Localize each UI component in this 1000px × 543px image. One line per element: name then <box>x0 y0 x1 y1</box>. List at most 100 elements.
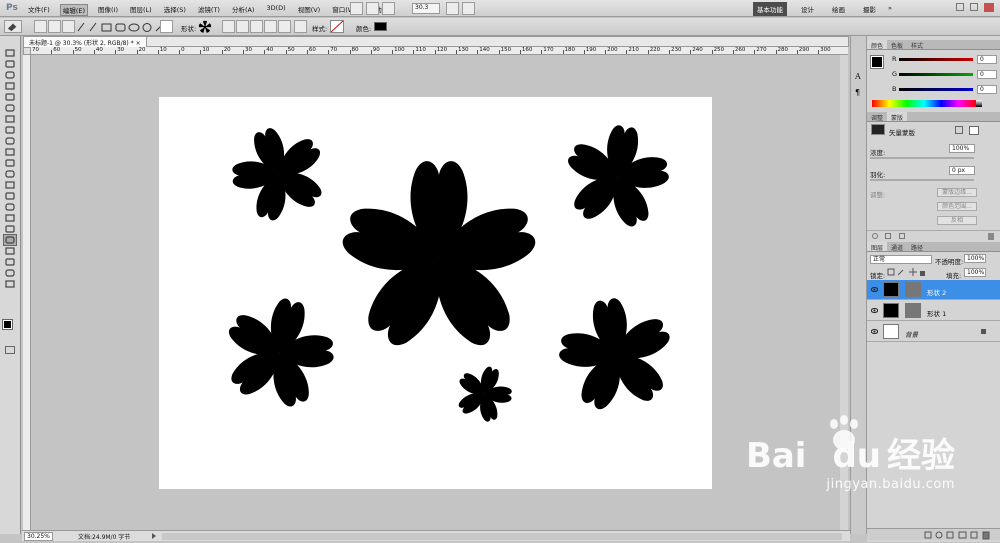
custom-shape-tool-button[interactable] <box>160 20 173 33</box>
menu-item-0[interactable]: 文件(F) <box>26 4 52 16</box>
panel-tab-0[interactable]: 图层 <box>867 242 888 252</box>
channel-slider-R[interactable] <box>899 58 973 61</box>
channel-field-R[interactable]: 0 <box>977 55 997 64</box>
panel-tab-0[interactable]: 调整 <box>867 112 887 122</box>
workspace-3[interactable]: 摄影 <box>859 2 880 16</box>
workspace-2[interactable]: 绘画 <box>828 2 849 16</box>
brush-tool-icon[interactable] <box>4 125 16 135</box>
shape-tools-icons[interactable] <box>76 21 172 33</box>
document-canvas[interactable] <box>159 97 712 489</box>
delete-mask-icon[interactable] <box>988 233 994 240</box>
workspace-more[interactable]: » <box>888 4 892 12</box>
shape-layers-mode-button[interactable] <box>34 20 47 33</box>
density-slider[interactable] <box>870 157 974 159</box>
exclude-shape-button[interactable] <box>278 20 291 33</box>
workspace-0[interactable]: 基本功能 <box>753 2 787 16</box>
panel-tab-2[interactable]: 路径 <box>907 242 927 252</box>
toolbox-foreground-color[interactable] <box>2 319 13 330</box>
tool-preset-picker[interactable] <box>4 20 22 33</box>
panel-tab-0[interactable]: 颜色 <box>867 40 888 50</box>
menu-item-6[interactable]: 分析(A) <box>230 4 257 16</box>
menu-item-8[interactable]: 视图(V) <box>296 4 323 16</box>
panel-tab-2[interactable]: 样式 <box>907 40 927 50</box>
zoom-level-select[interactable]: 30.3 <box>412 3 440 14</box>
layer-row[interactable]: 背景 <box>867 322 1000 342</box>
panel-tab-1[interactable]: 蒙版 <box>887 112 908 122</box>
workspace-1[interactable]: 设计 <box>797 2 818 16</box>
channel-slider-G[interactable] <box>899 73 973 76</box>
menu-item-7[interactable]: 3D(D) <box>264 4 287 16</box>
eye-icon[interactable] <box>870 286 879 293</box>
quick-mask-icon[interactable] <box>5 346 15 354</box>
feather-field[interactable]: 0 px <box>949 166 975 175</box>
status-menu-arrow[interactable] <box>152 533 158 539</box>
history-brush-tool-icon[interactable] <box>4 147 16 157</box>
add-to-shape-button[interactable] <box>236 20 249 33</box>
menu-item-4[interactable]: 选择(S) <box>162 4 188 16</box>
path-select-tool-icon[interactable] <box>4 224 16 234</box>
move-tool-icon[interactable] <box>4 48 16 58</box>
character-panel-icon[interactable]: A <box>855 72 864 81</box>
subtract-shape-button[interactable] <box>250 20 263 33</box>
channel-slider-B[interactable] <box>899 88 973 91</box>
mask-visibility-icon[interactable] <box>899 233 905 239</box>
menu-item-3[interactable]: 图层(L) <box>128 4 154 16</box>
opacity-field[interactable]: 100% <box>964 254 986 263</box>
crop-tool-icon[interactable] <box>4 92 16 102</box>
intersect-shape-button[interactable] <box>264 20 277 33</box>
channel-field-G[interactable]: 0 <box>977 70 997 79</box>
lasso-tool-icon[interactable] <box>4 70 16 80</box>
blur-tool-icon[interactable] <box>4 180 16 190</box>
eye-icon[interactable] <box>870 307 879 314</box>
3d-camera-tool-icon[interactable] <box>4 257 16 267</box>
panel-tab-1[interactable]: 通道 <box>887 242 907 252</box>
pixel-mask-add-icon[interactable] <box>955 126 963 134</box>
custom-shape-tool-icon[interactable] <box>3 234 17 246</box>
shape-picker[interactable] <box>198 20 214 34</box>
maximize-button[interactable] <box>970 3 978 11</box>
type-tool-icon[interactable] <box>4 213 16 223</box>
new-shape-layer-button[interactable] <box>222 20 235 33</box>
feather-slider[interactable] <box>870 179 974 181</box>
quick-select-tool-icon[interactable] <box>4 81 16 91</box>
panel-tab-1[interactable]: 色板 <box>887 40 907 50</box>
eraser-tool-icon[interactable] <box>4 158 16 168</box>
status-zoom[interactable]: 30.25% <box>24 532 53 541</box>
layer-row[interactable]: 形状 1 <box>867 301 1000 321</box>
screen-mode-button[interactable] <box>462 2 475 15</box>
color-range-button[interactable]: 颜色范围... <box>937 202 977 211</box>
paths-mode-button[interactable] <box>48 20 61 33</box>
view-extras-button[interactable] <box>382 2 395 15</box>
density-field[interactable]: 100% <box>949 144 975 153</box>
fill-pixels-mode-button[interactable] <box>62 20 75 33</box>
foreground-color[interactable] <box>870 55 884 69</box>
vector-mask-add-icon[interactable] <box>969 126 979 135</box>
shape-color-swatch[interactable] <box>374 22 387 31</box>
eyedropper-tool-icon[interactable] <box>4 103 16 113</box>
color-spectrum-bw[interactable] <box>976 100 982 107</box>
style-swatch[interactable] <box>330 20 344 33</box>
close-icon[interactable] <box>984 3 994 12</box>
mask-edge-button[interactable]: 蒙版边缘... <box>937 188 977 197</box>
hand-tool-icon[interactable] <box>4 268 16 278</box>
link-style-button[interactable] <box>294 20 307 33</box>
pen-tool-icon[interactable] <box>4 202 16 212</box>
document-close-icon[interactable]: × <box>136 40 141 47</box>
blend-mode-select[interactable]: 正常 <box>870 255 932 264</box>
lock-icons[interactable] <box>887 268 927 277</box>
arrange-documents-button[interactable] <box>446 2 459 15</box>
layer-row[interactable]: 形状 2 <box>867 280 1000 300</box>
fill-field[interactable]: 100% <box>964 268 986 277</box>
color-spectrum[interactable] <box>872 100 976 107</box>
menu-item-2[interactable]: 图像(I) <box>96 4 120 16</box>
menu-item-5[interactable]: 滤镜(T) <box>196 4 222 16</box>
mini-bridge-button[interactable] <box>366 2 379 15</box>
gradient-tool-icon[interactable] <box>4 169 16 179</box>
channel-field-B[interactable]: 0 <box>977 85 997 94</box>
document-tab[interactable]: 未标题-1 @ 30.3% (形状 2, RGB/8) * × <box>24 37 147 47</box>
clone-stamp-tool-icon[interactable] <box>4 136 16 146</box>
3d-rotate-tool-icon[interactable] <box>4 246 16 256</box>
spot-heal-tool-icon[interactable] <box>4 114 16 124</box>
menu-item-1[interactable]: 编辑(E) <box>59 4 88 16</box>
zoom-tool-icon[interactable] <box>4 279 16 289</box>
